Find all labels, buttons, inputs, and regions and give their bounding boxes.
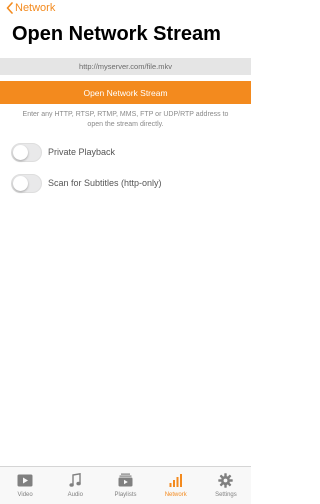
tab-video[interactable]: Video — [0, 467, 50, 504]
chevron-left-icon — [6, 2, 13, 14]
music-note-icon — [69, 472, 82, 488]
playlist-icon — [118, 472, 133, 488]
video-icon — [17, 472, 33, 488]
tab-network-label: Network — [164, 492, 187, 498]
tab-bar: Video Audio Playlists Network Settings — [0, 466, 251, 504]
scan-subtitles-label: Scan for Subtitles (http-only) — [48, 178, 162, 188]
network-bars-icon — [169, 472, 183, 488]
private-playback-row: Private Playback — [11, 142, 115, 162]
toggle-knob — [13, 175, 28, 191]
scan-subtitles-toggle[interactable] — [11, 173, 42, 193]
tab-video-label: Video — [17, 492, 33, 498]
tab-playlists-label: Playlists — [114, 492, 137, 498]
private-playback-label: Private Playback — [48, 147, 116, 157]
scan-subtitles-row: Scan for Subtitles (http-only) — [11, 173, 162, 193]
back-button-label: Network — [15, 2, 56, 14]
back-button[interactable]: Network — [6, 0, 55, 16]
tab-settings-label: Settings — [215, 492, 237, 498]
stream-url-input[interactable] — [0, 58, 251, 75]
help-text: Enter any HTTP, RTSP, RTMP, MMS, FTP or … — [22, 111, 229, 128]
gear-icon — [218, 472, 234, 488]
page-title: Open Network Stream — [12, 23, 221, 45]
private-playback-toggle[interactable] — [11, 142, 42, 162]
toggle-knob — [13, 144, 28, 160]
tab-audio-label: Audio — [67, 492, 83, 498]
open-network-stream-screen: Network Open Network Stream Open Network… — [0, 0, 251, 504]
tab-audio[interactable]: Audio — [50, 467, 100, 504]
tab-playlists[interactable]: Playlists — [100, 467, 150, 504]
open-network-stream-button[interactable]: Open Network Stream — [0, 81, 251, 104]
tab-settings[interactable]: Settings — [201, 467, 251, 504]
tab-network[interactable]: Network — [151, 467, 201, 504]
